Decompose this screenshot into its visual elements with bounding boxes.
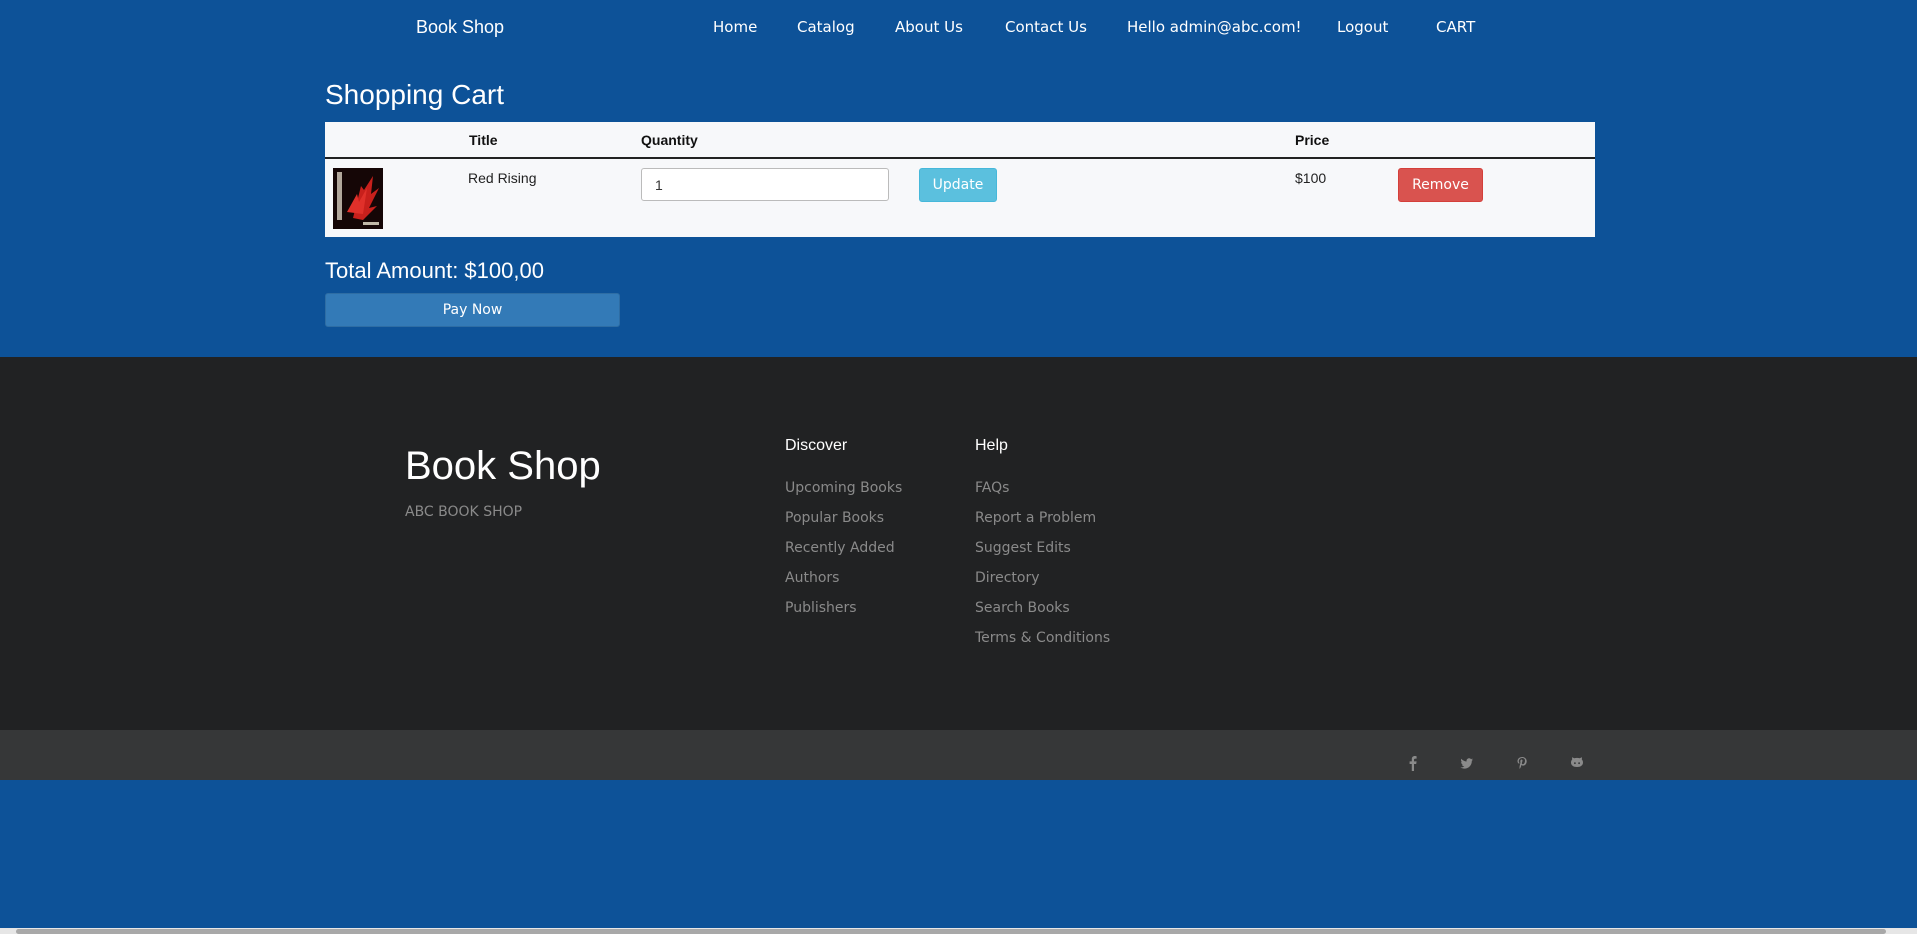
footer-link-popular-books[interactable]: Popular Books <box>785 510 902 540</box>
scrollbar-thumb[interactable] <box>16 929 1886 934</box>
footer-link-authors[interactable]: Authors <box>785 570 902 600</box>
footer-link-report-problem[interactable]: Report a Problem <box>975 510 1110 540</box>
update-button[interactable]: Update <box>919 168 997 202</box>
footer: Book Shop ABC BOOK SHOP Discover Upcomin… <box>0 357 1917 730</box>
nav-cart[interactable]: CART <box>1436 18 1475 36</box>
footer-heading-help: Help <box>975 437 1008 454</box>
column-header-title: Title <box>469 132 498 148</box>
footer-link-faqs[interactable]: FAQs <box>975 480 1110 510</box>
footer-tagline: ABC BOOK SHOP <box>405 504 523 520</box>
footer-link-publishers[interactable]: Publishers <box>785 600 902 630</box>
twitter-icon[interactable] <box>1460 755 1474 771</box>
column-header-quantity: Quantity <box>641 132 698 148</box>
footer-link-suggest-edits[interactable]: Suggest Edits <box>975 540 1110 570</box>
nav-contact-us[interactable]: Contact Us <box>1005 18 1087 36</box>
subfooter <box>0 730 1917 780</box>
footer-link-search-books[interactable]: Search Books <box>975 600 1110 630</box>
footer-link-recently-added[interactable]: Recently Added <box>785 540 902 570</box>
github-icon[interactable] <box>1570 755 1584 771</box>
pay-now-button[interactable]: Pay Now <box>325 293 620 327</box>
cart-table-header: Title Quantity Price <box>325 122 1595 159</box>
cart-table: Title Quantity Price Red Rising Update $… <box>325 122 1595 237</box>
pinterest-icon[interactable] <box>1515 755 1529 771</box>
footer-link-terms[interactable]: Terms & Conditions <box>975 630 1110 660</box>
nav-about-us[interactable]: About Us <box>895 18 963 36</box>
footer-brand: Book Shop <box>405 444 601 488</box>
horizontal-scrollbar[interactable] <box>0 928 1917 934</box>
nav-home[interactable]: Home <box>713 18 757 36</box>
footer-heading-discover: Discover <box>785 437 848 454</box>
footer-discover-links: Upcoming Books Popular Books Recently Ad… <box>785 480 902 630</box>
book-cover-art <box>333 168 383 229</box>
remove-button[interactable]: Remove <box>1398 168 1483 202</box>
brand-link[interactable]: Book Shop <box>416 17 504 38</box>
quantity-input[interactable] <box>641 168 889 201</box>
total-amount: Total Amount: $100,00 <box>325 258 544 283</box>
footer-help-links: FAQs Report a Problem Suggest Edits Dire… <box>975 480 1110 660</box>
book-title: Red Rising <box>468 170 537 186</box>
column-header-price: Price <box>1295 132 1330 148</box>
nav-catalog[interactable]: Catalog <box>797 18 855 36</box>
navbar: Book Shop Home Catalog About Us Contact … <box>0 0 1917 56</box>
nav-user-greeting[interactable]: Hello admin@abc.com! <box>1127 18 1302 36</box>
facebook-icon[interactable] <box>1406 755 1420 771</box>
book-cover-image <box>333 168 383 229</box>
footer-link-directory[interactable]: Directory <box>975 570 1110 600</box>
nav-logout[interactable]: Logout <box>1337 18 1388 36</box>
book-price: $100 <box>1295 170 1327 186</box>
footer-link-upcoming-books[interactable]: Upcoming Books <box>785 480 902 510</box>
page-title: Shopping Cart <box>325 79 505 110</box>
